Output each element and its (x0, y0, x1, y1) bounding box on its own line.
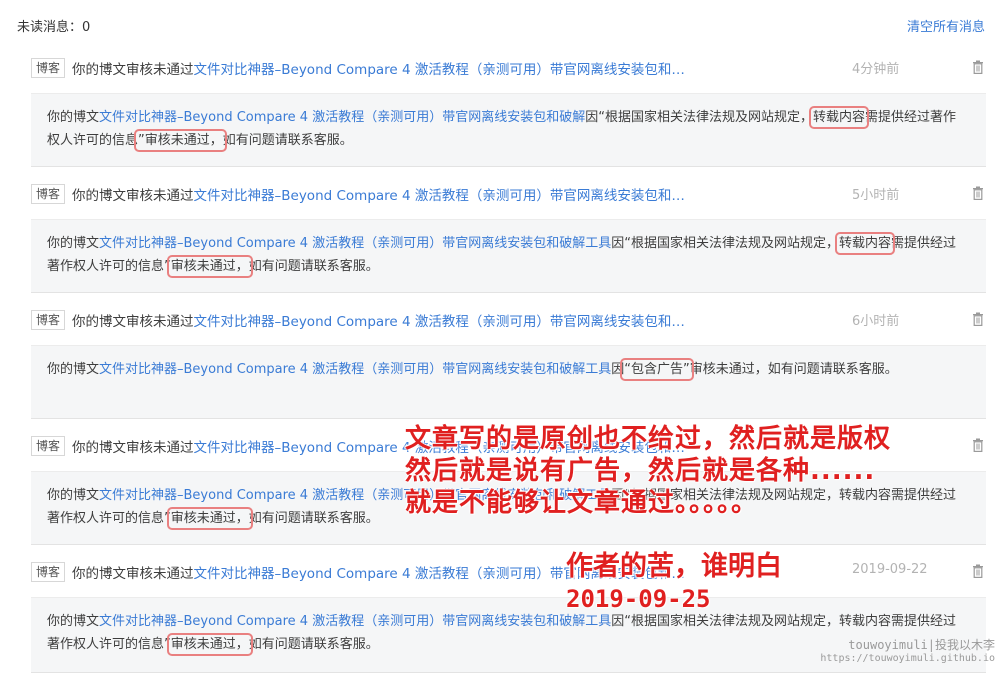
article-link[interactable]: 文件对比神器–Beyond Compare 4 激活教程（亲测可用）带官网离线安… (99, 110, 585, 125)
highlight-box: 审核未通过， (166, 507, 253, 530)
article-link[interactable]: 文件对比神器–Beyond Compare 4 激活教程（亲测可用）带官网离线安… (99, 614, 611, 629)
message-header-row: 博客 你的博文审核未通过文件对比神器–Beyond Compare 4 激活教程… (0, 302, 1005, 338)
article-link[interactable]: 文件对比神器–Beyond Compare 4 激活教程（亲测可用）带官网离线安… (194, 314, 685, 330)
message-title: 你的博文审核未通过文件对比神器–Beyond Compare 4 激活教程（亲测… (72, 62, 685, 78)
message-time: 2019-09-22 (852, 562, 928, 577)
blog-tag: 博客 (31, 58, 66, 78)
message-time: 4分钟前 (852, 62, 900, 77)
message-content: 你的博文文件对比神器–Beyond Compare 4 激活教程（亲测可用）带官… (47, 358, 898, 381)
clear-all-messages-link[interactable]: 清空所有消息 (907, 16, 985, 35)
message-content: 你的博文文件对比神器–Beyond Compare 4 激活教程（亲测可用）带官… (47, 106, 956, 152)
trash-icon[interactable] (972, 438, 984, 452)
unread-count: 未读消息：0 (17, 20, 91, 35)
article-link[interactable]: 文件对比神器–Beyond Compare 4 激活教程（亲测可用）带官网离线安… (99, 362, 611, 377)
watermark-url: https://touwoyimuli.github.io (820, 653, 995, 664)
highlight-box: “包含广告” (620, 358, 694, 381)
message-header-row: 博客 你的博文审核未通过文件对比神器–Beyond Compare 4 激活教程… (0, 176, 1005, 212)
blog-tag: 博客 (31, 184, 66, 204)
trash-icon[interactable] (972, 564, 984, 578)
article-link[interactable]: 文件对比神器–Beyond Compare 4 激活教程（亲测可用）带官网离线安… (99, 236, 611, 251)
annotation-author-note: 作者的苦，谁明白 (566, 551, 782, 582)
highlight-box: 审核未通过， (166, 255, 253, 278)
message-body: 你的博文文件对比神器–Beyond Compare 4 激活教程（亲测可用）带官… (31, 93, 986, 167)
message-header-row: 博客 你的博文审核未通过文件对比神器–Beyond Compare 4 激活教程… (0, 554, 1005, 590)
article-link[interactable]: 文件对比神器–Beyond Compare 4 激活教程（亲测可用）带官网离线安… (194, 188, 685, 204)
message-body: 你的博文文件对比神器–Beyond Compare 4 激活教程（亲测可用）带官… (31, 345, 986, 419)
annotation-line: 文章写的是原创也不给过，然后就是版权 (405, 424, 892, 454)
message-title: 你的博文审核未通过文件对比神器–Beyond Compare 4 激活教程（亲测… (72, 314, 685, 330)
annotation-complaint: 文章写的是原创也不给过，然后就是版权 然后就是说有广告，然后就是各种......… (405, 423, 891, 519)
annotation-line: 然后就是说有广告，然后就是各种...... (405, 456, 876, 486)
trash-icon[interactable] (972, 312, 984, 326)
message-item: 博客 你的博文审核未通过文件对比神器–Beyond Compare 4 激活教程… (0, 302, 1005, 420)
article-link[interactable]: 文件对比神器–Beyond Compare 4 激活教程（亲测可用）带官网离线安… (194, 62, 685, 78)
blog-tag: 博客 (31, 310, 66, 330)
message-header-row: 博客 你的博文审核未通过文件对比神器–Beyond Compare 4 激活教程… (0, 50, 1005, 86)
highlight-box: 审核未通过， (166, 633, 253, 656)
annotation-date: 2019-09-25 (566, 585, 711, 613)
annotation-line: 就是不能够让文章通过。。。。。 (405, 488, 759, 518)
message-body: 你的博文文件对比神器–Beyond Compare 4 激活教程（亲测可用）带官… (31, 219, 986, 293)
message-header: 未读消息：0 清空所有消息 (0, 0, 1005, 48)
watermark-name: touwoyimuli|投我以木李 (848, 638, 995, 652)
message-item: 博客 你的博文审核未通过文件对比神器–Beyond Compare 4 激活教程… (0, 176, 1005, 294)
message-title: 你的博文审核未通过文件对比神器–Beyond Compare 4 激活教程（亲测… (72, 188, 685, 204)
trash-icon[interactable] (972, 186, 984, 200)
trash-icon[interactable] (972, 60, 984, 74)
message-time: 5小时前 (852, 188, 900, 203)
message-content: 你的博文文件对比神器–Beyond Compare 4 激活教程（亲测可用）带官… (47, 232, 956, 278)
message-item: 博客 你的博文审核未通过文件对比神器–Beyond Compare 4 激活教程… (0, 50, 1005, 168)
blog-tag: 博客 (31, 562, 66, 582)
blog-tag: 博客 (31, 436, 66, 456)
watermark: touwoyimuli|投我以木李 https://touwoyimuli.gi… (820, 638, 995, 666)
highlight-box: ”审核未通过， (134, 129, 227, 152)
highlight-box: 转载内容 (808, 106, 869, 129)
highlight-box: 转载内容 (834, 232, 895, 255)
message-time: 6小时前 (852, 314, 900, 329)
